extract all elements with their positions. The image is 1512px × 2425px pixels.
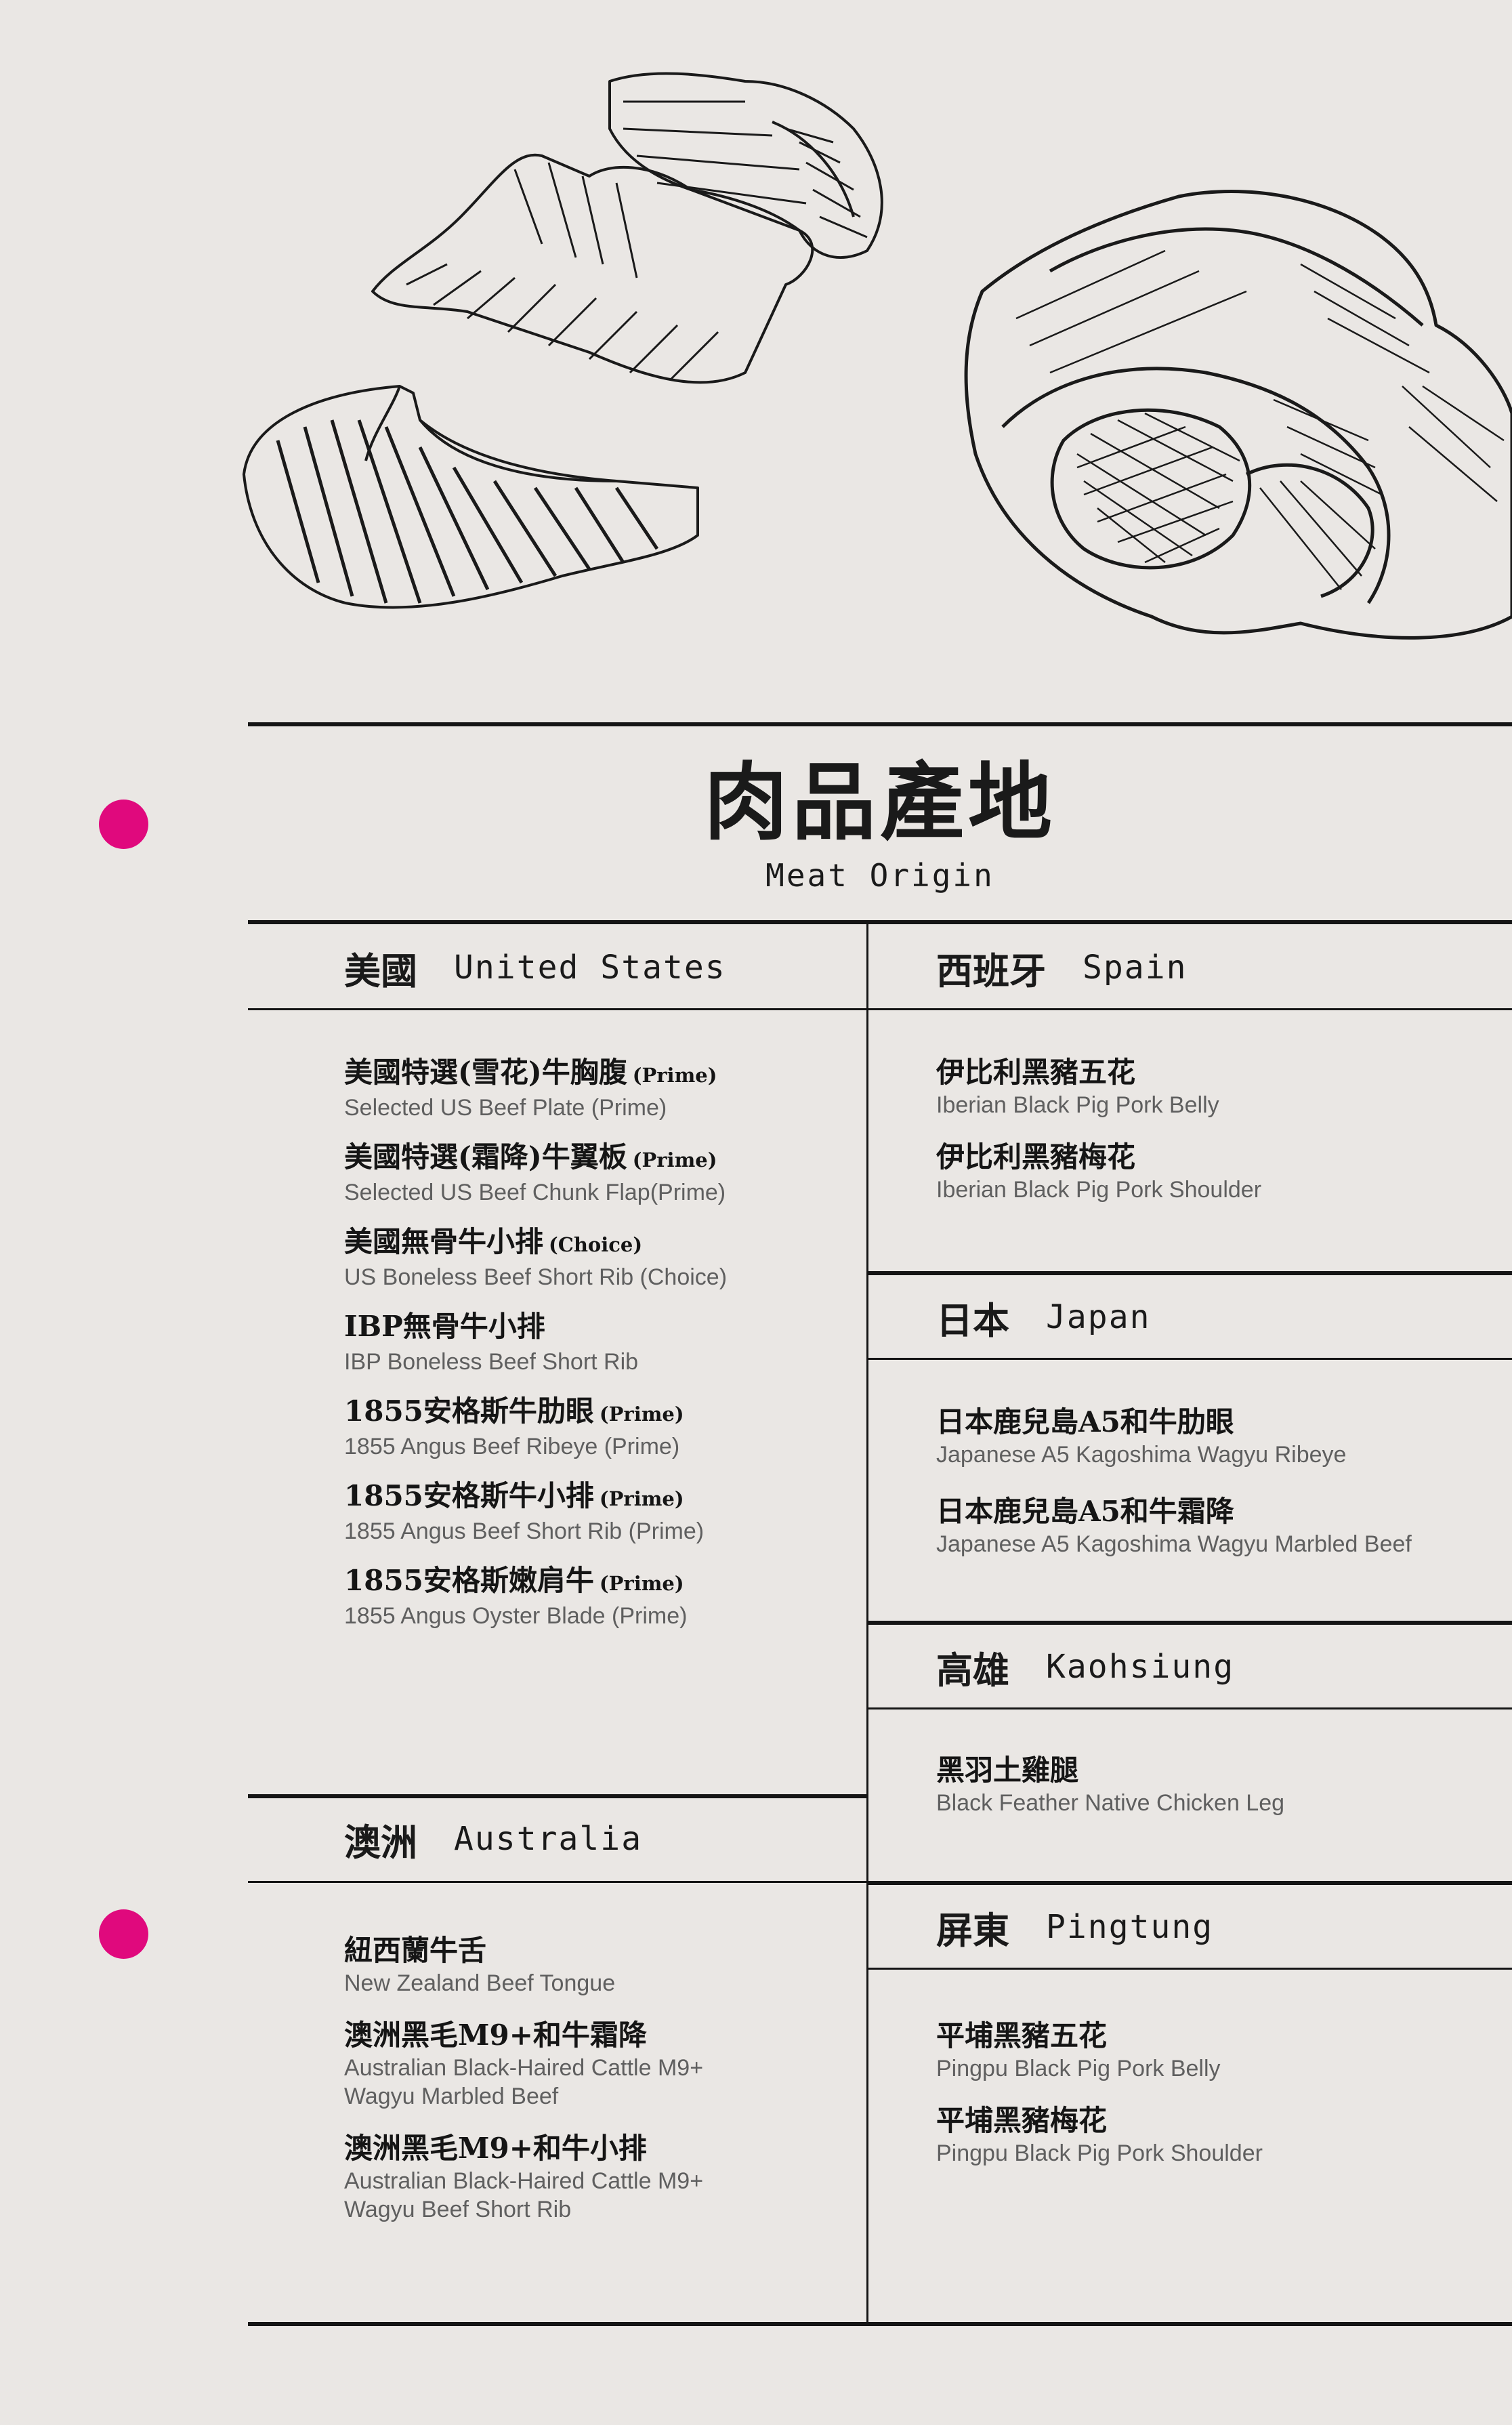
menu-item: 澳洲黑毛M9+和牛小排 Australian Black-Haired Catt… (344, 2130, 703, 2224)
item-grade: (Prime) (599, 1403, 684, 1426)
item-name-zh: 澳洲黑毛M9+和牛小排 (344, 2132, 647, 2165)
item-name-en: Selected US Beef Chunk Flap(Prime) (344, 1180, 726, 1205)
section-title-zh: 澳洲 (344, 1820, 417, 1864)
item-name-zh: 澳洲黑毛M9+和牛霜降 (344, 2018, 647, 2052)
item-name-en: Selected US Beef Plate (Prime) (344, 1095, 667, 1121)
pork-ribs-illustration (371, 72, 883, 384)
menu-item: 美國特選(霜降)牛翼板 (Prime) Selected US Beef Chun… (344, 1139, 726, 1207)
item-name-zh: 美國無骨牛小排 (344, 1225, 544, 1258)
beef-cuts-illustration (964, 190, 1512, 640)
section-header-kaohsiung: 高雄 Kaohsiung (936, 1646, 1235, 1692)
menu-item: 日本鹿兒島A5和牛肋眼 Japanese A5 Kagoshima Wagyu … (936, 1404, 1346, 1469)
section-title-en: Japan (1046, 1298, 1151, 1336)
item-name-en: IBP Boneless Beef Short Rib (344, 1349, 639, 1375)
divider-japan-header (868, 1358, 1512, 1360)
item-name-en: Australian Black-Haired Cattle M9+ (344, 2168, 704, 2194)
item-name-en: 1855 Angus Beef Ribeye (Prime) (344, 1434, 680, 1459)
item-name-zh: 日本鹿兒島A5和牛霜降 (936, 1495, 1234, 1528)
accent-dot-top (99, 800, 148, 849)
menu-item: 平埔黑豬五花 Pingpu Black Pig Pork Belly (936, 2018, 1221, 2083)
item-name-en: 1855 Angus Beef Short Rib (Prime) (344, 1518, 705, 1544)
page-title-zh: 肉品產地 (703, 753, 1056, 852)
section-header-pingtung: 屏東 Pingtung (936, 1907, 1214, 1952)
menu-item: 美國無骨牛小排 (Choice) US Boneless Beef Short R… (344, 1224, 727, 1291)
item-name-zh: 平埔黑豬梅花 (936, 2104, 1108, 2137)
item-name-en: Australian Black-Haired Cattle M9+ (344, 2055, 704, 2081)
item-name-zh: 伊比利黑豬五花 (936, 1056, 1136, 1089)
accent-dot-bottom (99, 1909, 148, 1959)
divider-australia-top (248, 1794, 866, 1798)
item-name-zh: 1855安格斯牛小排 (344, 1479, 594, 1512)
section-title-zh: 高雄 (936, 1648, 1009, 1692)
item-name-en: Black Feather Native Chicken Leg (936, 1790, 1285, 1816)
item-grade: (Choice) (549, 1233, 643, 1256)
divider-title-top (248, 722, 1512, 726)
item-name-zh: 1855安格斯嫩肩牛 (344, 1564, 594, 1597)
section-header-australia: 澳洲 Australia (344, 1819, 643, 1864)
section-header-spain: 西班牙 Spain (936, 947, 1188, 993)
item-name-en-line2: Wagyu Marbled Beef (344, 2084, 559, 2109)
item-grade: (Prime) (632, 1064, 717, 1087)
item-name-en: Iberian Black Pig Pork Belly (936, 1092, 1219, 1118)
item-name-en: 1855 Angus Oyster Blade (Prime) (344, 1603, 688, 1629)
item-name-en-line2: Wagyu Beef Short Rib (344, 2197, 572, 2222)
item-name-en: Pingpu Black Pig Pork Belly (936, 2056, 1221, 2081)
menu-item: 美國特選(雪花)牛胸腹 (Prime) Selected US Beef Plat… (344, 1054, 717, 1122)
item-name-en: Iberian Black Pig Pork Shoulder (936, 1177, 1262, 1203)
item-name-en: Japanese A5 Kagoshima Wagyu Marbled Beef (936, 1531, 1412, 1557)
section-title-en: Spain (1083, 949, 1188, 987)
divider-pingtung-top (868, 1881, 1512, 1885)
divider-kaohsiung-header (868, 1707, 1512, 1709)
divider-spain-header (868, 1008, 1512, 1010)
item-name-zh: 美國特選(霜降)牛翼板 (344, 1140, 627, 1174)
menu-item: 澳洲黑毛M9+和牛霜降 Australian Black-Haired Catt… (344, 2017, 703, 2111)
menu-item: 1855安格斯牛小排 (Prime) 1855 Angus Beef Short … (344, 1478, 704, 1546)
item-name-zh: 紐西蘭牛舌 (344, 1934, 487, 1967)
menu-item: 1855安格斯牛肋眼 (Prime) 1855 Angus Beef Ribeye… (344, 1393, 684, 1461)
section-title-zh: 日本 (936, 1298, 1009, 1342)
item-name-zh: 黑羽土雞腿 (936, 1754, 1079, 1787)
item-grade: (Prime) (632, 1148, 717, 1172)
divider-us-header (248, 1008, 866, 1010)
section-header-japan: 日本 Japan (936, 1297, 1151, 1342)
item-name-en: US Boneless Beef Short Rib (Choice) (344, 1264, 728, 1290)
section-title-zh: 屏東 (936, 1908, 1009, 1952)
menu-item: 平埔黑豬梅花 Pingpu Black Pig Pork Shoulder (936, 2102, 1263, 2168)
divider-australia-header (248, 1881, 866, 1883)
lamb-rack-illustration (243, 385, 699, 609)
menu-item: 日本鹿兒島A5和牛霜降 Japanese A5 Kagoshima Wagyu … (936, 1493, 1412, 1558)
divider-table-top (248, 920, 1512, 924)
section-title-en: Australia (454, 1820, 643, 1858)
divider-kaohsiung-top (868, 1621, 1512, 1625)
item-name-zh: 平埔黑豬五花 (936, 2019, 1108, 2052)
item-grade: (Prime) (599, 1487, 684, 1510)
menu-item: 1855安格斯嫩肩牛 (Prime) 1855 Angus Oyster Blad… (344, 1562, 687, 1630)
divider-japan-top (868, 1271, 1512, 1275)
menu-item: IBP無骨牛小排 IBP Boneless Beef Short Rib (344, 1308, 638, 1376)
menu-item: 伊比利黑豬梅花 Iberian Black Pig Pork Shoulder (936, 1139, 1261, 1204)
section-title-zh: 西班牙 (936, 949, 1046, 993)
item-name-zh: 日本鹿兒島A5和牛肋眼 (936, 1405, 1234, 1438)
item-name-en: New Zealand Beef Tongue (344, 1970, 616, 1996)
item-name-zh: 美國特選(雪花)牛胸腹 (344, 1056, 627, 1089)
menu-item: 伊比利黑豬五花 Iberian Black Pig Pork Belly (936, 1054, 1219, 1119)
item-name-zh: 伊比利黑豬梅花 (936, 1140, 1136, 1174)
item-name-en: Pingpu Black Pig Pork Shoulder (936, 2140, 1263, 2166)
section-title-en: Kaohsiung (1046, 1648, 1235, 1686)
section-title-en: United States (454, 949, 726, 987)
menu-item: 紐西蘭牛舌 New Zealand Beef Tongue (344, 1932, 615, 1997)
item-name-zh: 1855安格斯牛肋眼 (344, 1394, 594, 1428)
section-title-zh: 美國 (344, 949, 417, 993)
item-name-zh: IBP無骨牛小排 (344, 1310, 545, 1343)
item-name-en: Japanese A5 Kagoshima Wagyu Ribeye (936, 1442, 1347, 1468)
page-title-en: Meat Origin (765, 857, 994, 894)
item-grade: (Prime) (599, 1572, 684, 1595)
menu-item: 黑羽土雞腿 Black Feather Native Chicken Leg (936, 1752, 1284, 1817)
divider-pingtung-header (868, 1968, 1512, 1970)
section-title-en: Pingtung (1046, 1908, 1214, 1946)
divider-bottom (248, 2322, 1512, 2326)
section-header-us: 美國 United States (344, 947, 726, 993)
